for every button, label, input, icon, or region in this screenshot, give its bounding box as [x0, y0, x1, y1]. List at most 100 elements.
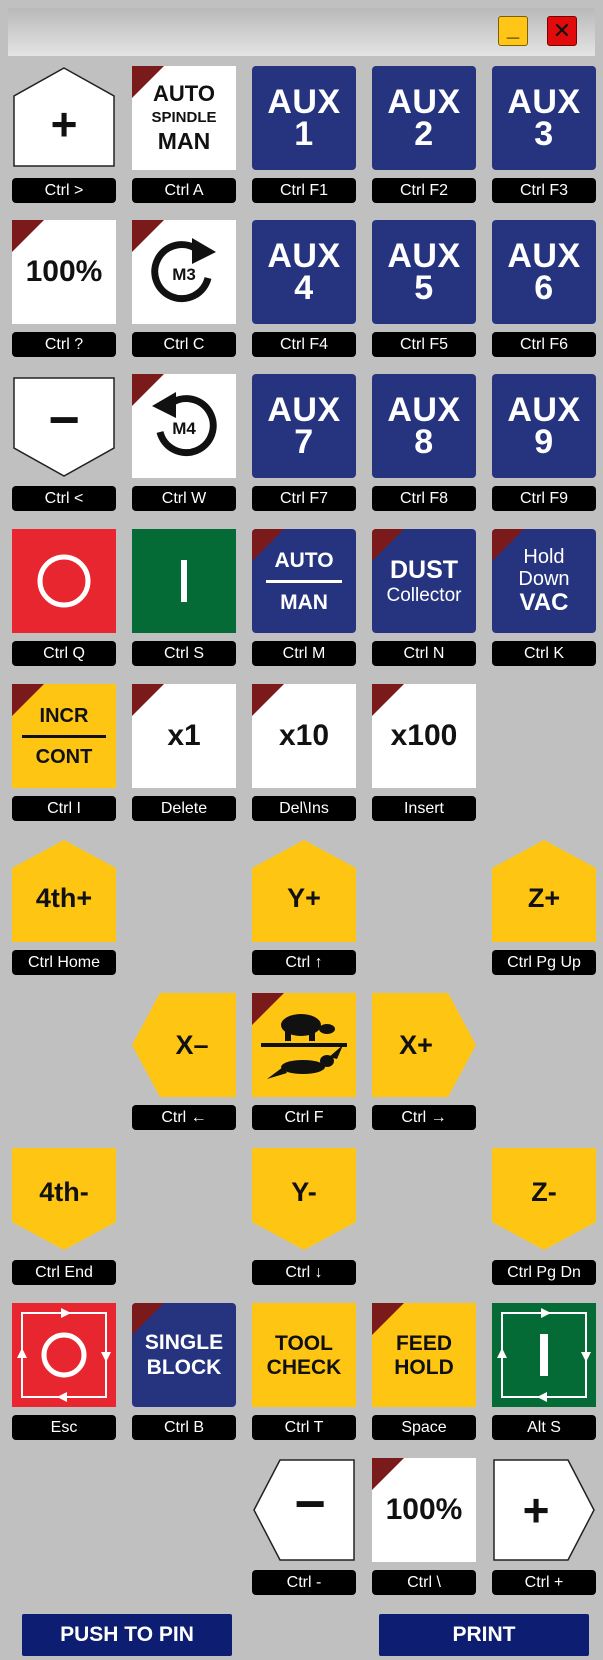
shortcut-label: Ctrl T — [252, 1415, 356, 1440]
shortcut-label: Ctrl + — [492, 1570, 596, 1595]
print-button[interactable]: PRINT — [379, 1614, 589, 1656]
aux-5-number: 5 — [414, 269, 434, 307]
tool-text: TOOL — [275, 1331, 333, 1355]
cycle-start-button[interactable] — [492, 1303, 596, 1407]
aux-6-button[interactable]: AUX 6 — [492, 220, 596, 324]
aux-9-label: AUX — [507, 390, 581, 429]
start-bar-icon — [181, 560, 187, 602]
hold-text: Hold — [523, 546, 565, 568]
shortcut-label: Ctrl M — [252, 641, 356, 666]
spindle-cw-m3-button[interactable]: M3 — [132, 220, 236, 324]
feed-override-value: 100% — [25, 255, 103, 288]
jog-rate-button[interactable] — [252, 993, 356, 1097]
jog-y-plus-text: Y+ — [287, 882, 321, 913]
push-to-pin-button[interactable]: PUSH TO PIN — [22, 1614, 232, 1656]
start-button[interactable] — [132, 529, 236, 633]
shortcut-label: Ctrl F2 — [372, 178, 476, 203]
check-text: CHECK — [266, 1355, 342, 1379]
feed-hold-button[interactable]: FEED HOLD — [372, 1303, 476, 1407]
step-x100-button[interactable]: x100 — [372, 684, 476, 788]
shortcut-label: Ctrl Q — [12, 641, 116, 666]
shortcut-label: Ctrl ? — [12, 332, 116, 357]
shortcut-label: Ctrl F4 — [252, 332, 356, 357]
aux-3-button[interactable]: AUX 3 — [492, 66, 596, 170]
shortcut-label: Ctrl S — [132, 641, 236, 666]
aux-1-label: AUX — [267, 82, 341, 121]
aux-6-number: 6 — [534, 269, 554, 307]
escape-stop-button[interactable] — [12, 1303, 116, 1407]
shortcut-label: Ctrl ↓ — [252, 1260, 356, 1285]
man-text: MAN — [280, 590, 328, 614]
dust-collector-button[interactable]: DUST Collector — [372, 529, 476, 633]
aux-7-button[interactable]: AUX 7 — [252, 374, 356, 478]
m4-text: M4 — [172, 419, 196, 438]
tool-check-button[interactable]: TOOL CHECK — [252, 1303, 356, 1407]
aux-5-button[interactable]: AUX 5 — [372, 220, 476, 324]
jog-4th-minus-text: 4th- — [39, 1176, 89, 1207]
aux-9-button[interactable]: AUX 9 — [492, 374, 596, 478]
shortcut-label: Ctrl F — [252, 1105, 356, 1130]
collector-text: Collector — [386, 584, 462, 606]
close-button[interactable]: ✕ — [547, 16, 577, 46]
shortcut-label: Ctrl ← — [132, 1105, 236, 1130]
minimize-button[interactable]: _ — [498, 16, 528, 46]
shortcut-label: Ctrl F5 — [372, 332, 476, 357]
single-text: SINGLE — [144, 1331, 224, 1354]
x100-text: x100 — [390, 719, 458, 752]
jog-x-minus-text: X– — [175, 1029, 209, 1060]
spindle-auto-man-button[interactable]: AUTO SPINDLE MAN — [132, 66, 236, 170]
step-x1-button[interactable]: x1 — [132, 684, 236, 788]
shortcut-label: Ctrl N — [372, 641, 476, 666]
shortcut-label: Ctrl Pg Dn — [492, 1260, 596, 1285]
aux-4-number: 4 — [294, 269, 314, 307]
down-text: Down — [518, 568, 570, 590]
divider-line — [22, 734, 106, 738]
single-block-button[interactable]: SINGLE BLOCK — [132, 1303, 236, 1407]
shortcut-label: Ctrl - — [252, 1570, 356, 1595]
aux-1-button[interactable]: AUX 1 — [252, 66, 356, 170]
shortcut-label: Ctrl K — [492, 641, 596, 666]
jog-plus-icon: + — [50, 98, 78, 150]
feed-text: FEED — [395, 1331, 452, 1355]
step-x10-button[interactable]: x10 — [252, 684, 356, 788]
shortcut-label: Ctrl < — [12, 486, 116, 511]
aux-4-button[interactable]: AUX 4 — [252, 220, 356, 324]
hold-down-vac-button[interactable]: Hold Down VAC — [492, 529, 596, 633]
jog-z-plus-text: Z+ — [527, 882, 561, 913]
x10-text: x10 — [278, 719, 330, 752]
aux-4-label: AUX — [267, 236, 341, 275]
shortcut-label: Insert — [372, 796, 476, 821]
spindle-ccw-m4-button[interactable]: M4 — [132, 374, 236, 478]
shortcut-label: Ctrl C — [132, 332, 236, 357]
aux-6-label: AUX — [507, 236, 581, 275]
aux-2-label: AUX — [387, 82, 461, 121]
jog-y-minus-text: Y- — [291, 1176, 317, 1207]
aux-2-number: 2 — [414, 115, 434, 153]
auto-man-button[interactable]: AUTO MAN — [252, 529, 356, 633]
stop-button[interactable] — [12, 529, 116, 633]
aux-8-number: 8 — [414, 423, 434, 461]
shortcut-label: Ctrl → — [372, 1105, 476, 1130]
auto-text: AUTO — [153, 81, 215, 106]
aux-7-label: AUX — [267, 390, 341, 429]
incr-cont-button[interactable]: INCR CONT — [12, 684, 116, 788]
aux-9-number: 9 — [534, 423, 554, 461]
shortcut-label: Del\Ins — [252, 796, 356, 821]
minus-icon: − — [294, 1474, 326, 1534]
aux-8-button[interactable]: AUX 8 — [372, 374, 476, 478]
rotate-ccw-icon: M4 — [152, 392, 217, 457]
spindle-speed-reset-button[interactable]: 100% — [372, 1458, 476, 1562]
shortcut-label: Delete — [132, 796, 236, 821]
aux-3-label: AUX — [507, 82, 581, 121]
shortcut-label: Ctrl A — [132, 178, 236, 203]
hold-text: HOLD — [394, 1355, 454, 1379]
jog-x-plus-text: X+ — [399, 1029, 433, 1060]
cycle-stop-icon — [17, 1308, 111, 1402]
divider-line — [266, 579, 342, 583]
speed-percent-text: 100% — [385, 1493, 463, 1526]
shortcut-label: Ctrl ↑ — [252, 950, 356, 975]
shortcut-label: Space — [372, 1415, 476, 1440]
feed-override-button[interactable]: 100% — [12, 220, 116, 324]
aux-1-number: 1 — [294, 115, 314, 153]
aux-2-button[interactable]: AUX 2 — [372, 66, 476, 170]
